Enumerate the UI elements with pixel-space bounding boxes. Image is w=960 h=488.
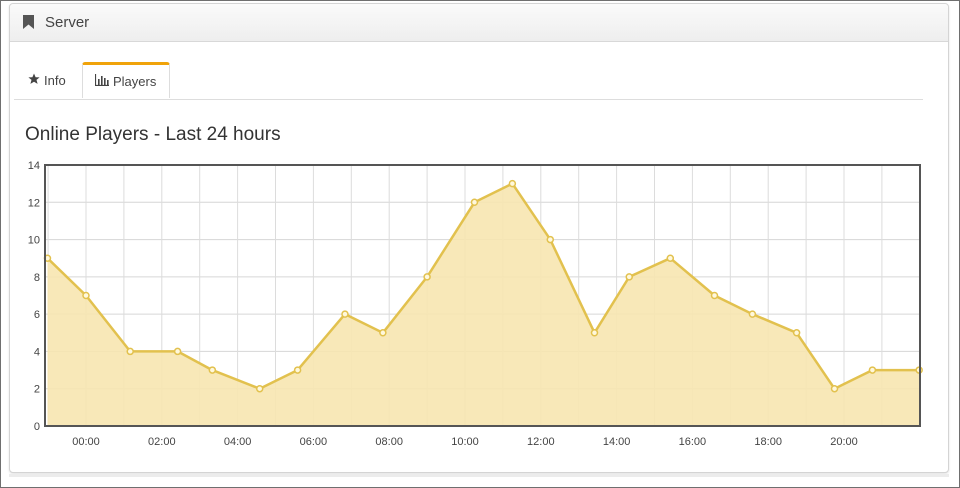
y-tick-label: 2	[34, 384, 40, 396]
panel-shadow	[9, 474, 949, 477]
x-tick-label: 12:00	[527, 436, 555, 448]
y-tick-label: 12	[28, 197, 40, 209]
data-point	[255, 384, 264, 393]
y-tick-label: 14	[28, 160, 40, 172]
y-axis-ticks: 0 2 4 6 8 10 12 14	[28, 160, 40, 433]
data-point	[590, 329, 599, 337]
x-tick-label: 10:00	[451, 436, 479, 448]
data-point	[379, 329, 387, 337]
data-point	[710, 291, 719, 300]
y-tick-label: 4	[34, 346, 40, 358]
data-point	[208, 366, 217, 374]
data-point	[173, 347, 182, 356]
data-point	[792, 329, 801, 337]
y-tick-label: 0	[34, 421, 40, 433]
data-point	[293, 366, 302, 374]
x-axis-ticks: 00:00 02:00 04:00 06:00 08:00 10:00 12:00 14:00…	[72, 436, 858, 448]
data-point	[508, 179, 517, 188]
data-point	[625, 273, 633, 281]
x-tick-label: 20:00	[830, 436, 858, 448]
x-tick-label: 00:00	[72, 436, 100, 448]
x-tick-label: 18:00	[754, 436, 782, 448]
data-point	[126, 347, 134, 356]
x-tick-label: 04:00	[224, 436, 252, 448]
data-point	[748, 310, 757, 318]
data-point	[666, 254, 675, 262]
y-tick-label: 10	[28, 235, 40, 247]
data-point	[423, 273, 431, 281]
data-point	[546, 235, 555, 244]
players-chart: 0 2 4 6 8 10 12 14 00:00 02:00 04:00 06:00 08:00 10:…	[28, 160, 923, 448]
x-tick-label: 02:00	[148, 436, 176, 448]
data-point	[868, 366, 877, 374]
x-tick-label: 08:00	[375, 436, 403, 448]
y-tick-label: 6	[34, 309, 40, 321]
x-tick-label: 16:00	[679, 436, 707, 448]
y-tick-label: 8	[34, 272, 40, 284]
x-tick-label: 06:00	[300, 436, 328, 448]
data-point	[341, 310, 349, 318]
data-point	[470, 198, 479, 207]
data-point	[830, 384, 839, 393]
data-point	[82, 291, 90, 300]
series-area	[47, 183, 920, 426]
x-tick-label: 14:00	[603, 436, 631, 448]
